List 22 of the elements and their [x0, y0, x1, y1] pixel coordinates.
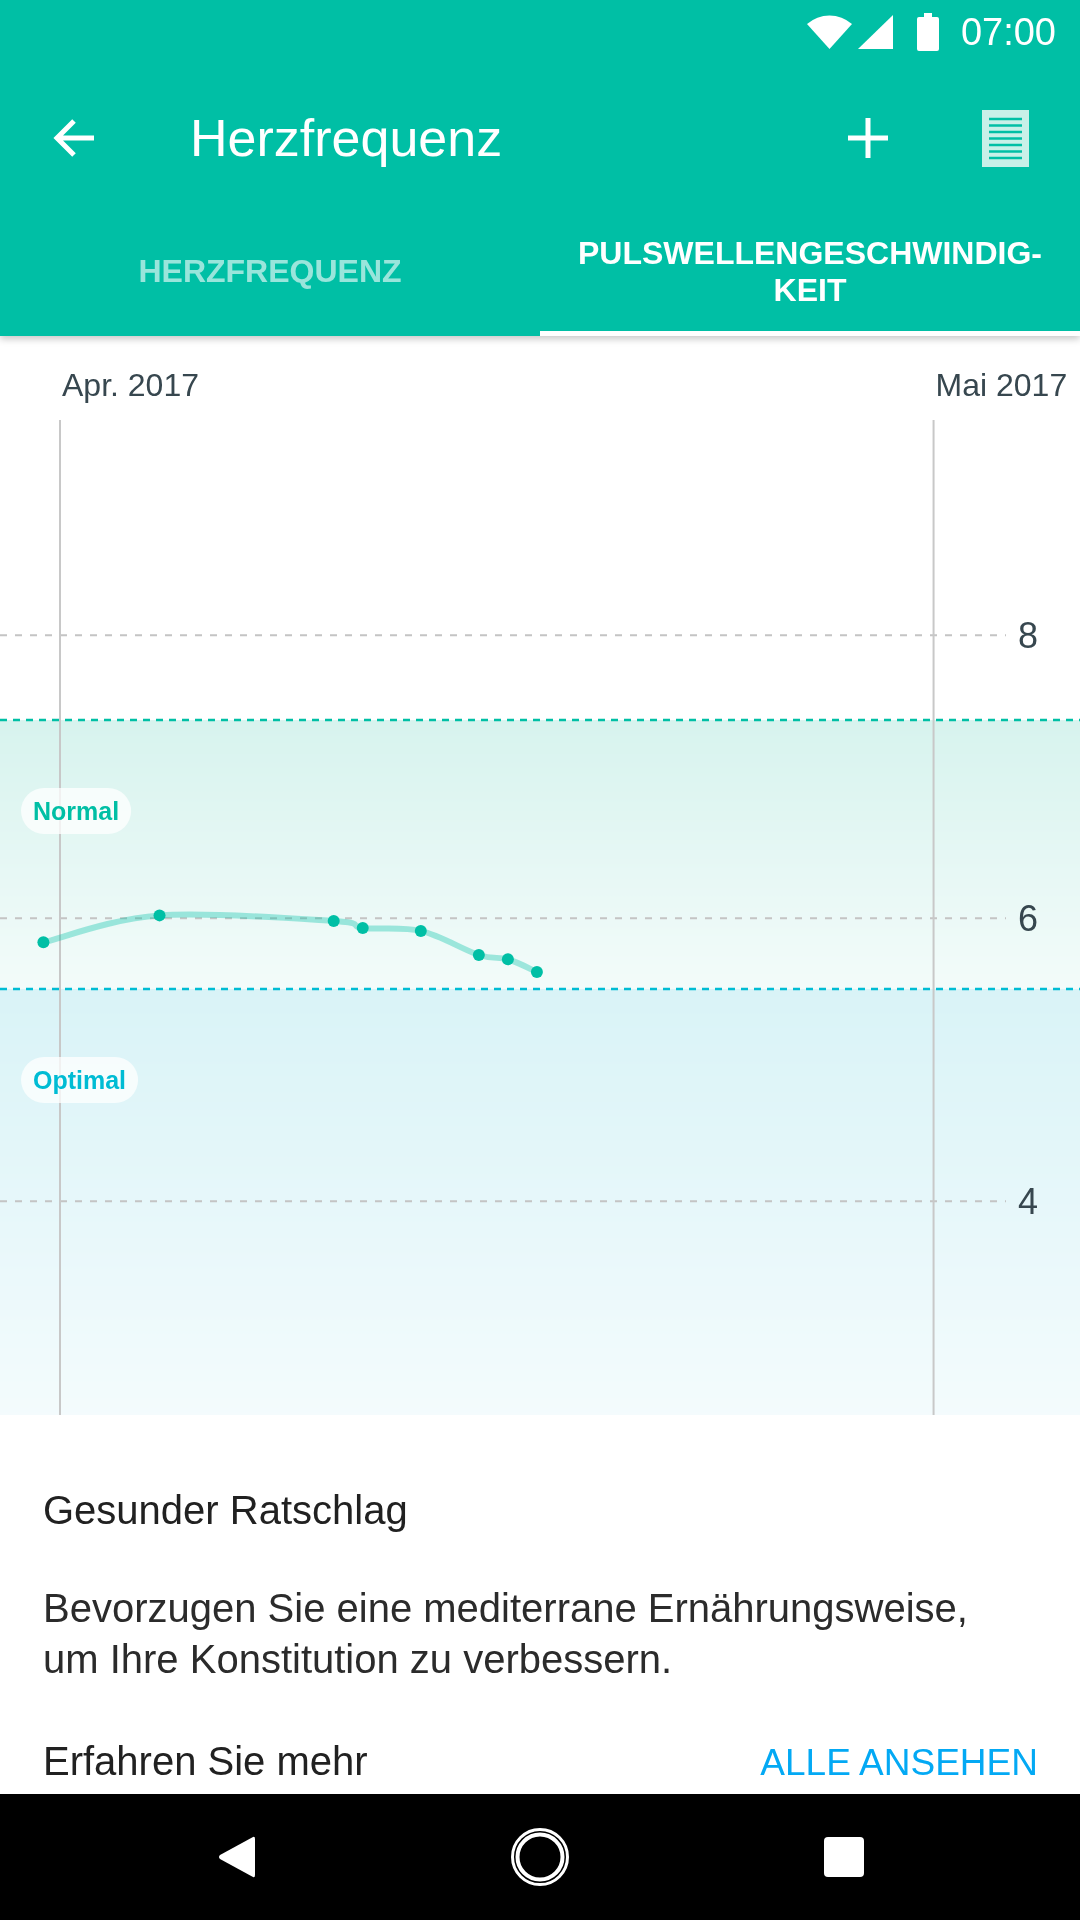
tab[interactable]: HERZFREQUENZ — [0, 212, 540, 336]
y-axis-label: 6 — [1018, 898, 1038, 940]
y-axis-label: 4 — [1018, 1181, 1038, 1223]
home-icon[interactable] — [511, 1828, 569, 1886]
document-icon[interactable] — [982, 109, 1029, 167]
advice-title: Gesunder Ratschlag — [43, 1487, 409, 1534]
ref-line-label: Optimal — [33, 1065, 127, 1094]
plus-icon[interactable] — [848, 118, 888, 158]
x-axis-label: Apr. 2017 — [62, 367, 199, 403]
ref-line-label: Normal — [33, 797, 120, 826]
section-title: Erfahren Sie mehr — [43, 1738, 368, 1785]
status-time: 07:00 — [960, 10, 1056, 54]
signal-icon — [857, 15, 893, 49]
back-icon[interactable] — [217, 1836, 255, 1878]
screen-title: Herzfrequenz — [190, 108, 503, 168]
advice-text: Bevorzugen Sie eine mediterrane Ernährungsweise, um Ihre Konstitution zu verbessern. — [43, 1585, 969, 1683]
y-axis-label: 8 — [1018, 615, 1038, 657]
battery-icon — [916, 13, 939, 51]
see-all-link[interactable]: ALLE ANSEHEN — [760, 1741, 1038, 1785]
zone-label: Normal — [21, 788, 132, 835]
wifi-icon — [806, 15, 852, 49]
x-axis-label: Mai 2017 — [935, 367, 1068, 403]
